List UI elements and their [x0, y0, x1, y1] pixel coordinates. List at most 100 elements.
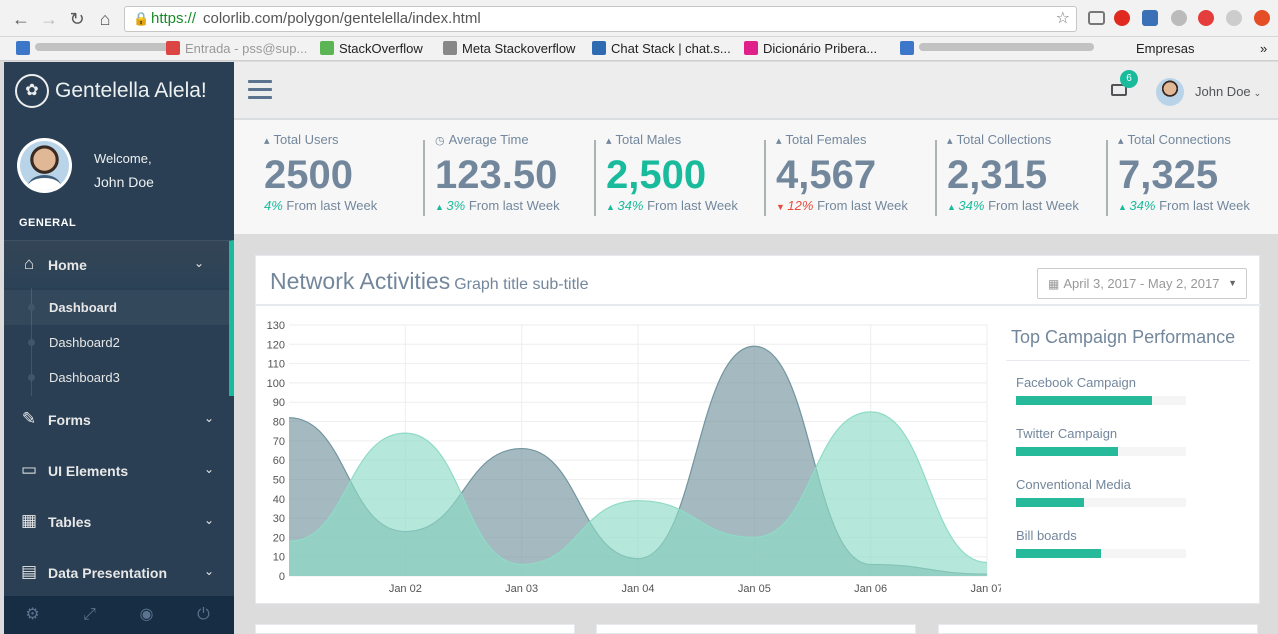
bookmarks-more[interactable]: » [1260, 41, 1267, 56]
lock-icon[interactable]: ◉ [118, 596, 175, 634]
user-icon: ▴ [947, 135, 953, 147]
cloud-ext-icon[interactable] [1226, 10, 1242, 26]
forward-icon[interactable]: → [38, 8, 60, 30]
sidebar-item-forms[interactable]: ✎ Forms ⌄ [4, 396, 234, 444]
tile-title: ▴ Total Collections [947, 132, 1052, 147]
trend-up-icon: 4% [264, 198, 283, 213]
campaign-title: Top Campaign Performance [1011, 327, 1236, 347]
tile-title: ▴ Total Males [606, 132, 682, 147]
mail-count-badge: 6 [1120, 70, 1138, 88]
bookmark-chat-stack[interactable]: Chat Stack | chat.s... [592, 41, 731, 56]
bookmark-blurred-1[interactable] [16, 41, 170, 56]
tile-count: 2500 [264, 153, 353, 197]
trend-up-icon: ▲ 34% [606, 198, 644, 213]
campaign-label: Bill boards [1016, 528, 1077, 543]
caret-down-icon: ▼ [1228, 278, 1237, 288]
campaign-progress-fill [1016, 396, 1152, 405]
tile-title: ▴ Total Connections [1118, 132, 1231, 147]
sidebar-item-home[interactable]: ⌂ Home ⌄ [4, 240, 234, 288]
y-tick-label: 90 [273, 397, 285, 409]
campaign-progress-track [1016, 498, 1186, 507]
sidebar-item-tables[interactable]: ▦ Tables ⌄ [4, 498, 234, 546]
nav-avatar[interactable] [1156, 78, 1184, 106]
bookmark-star-icon[interactable]: ☆ [1056, 7, 1070, 31]
campaign-label: Twitter Campaign [1016, 426, 1118, 441]
bookmark-stackoverflow[interactable]: StackOverflow [320, 41, 423, 56]
logout-icon[interactable]: ⏻ [175, 596, 232, 634]
tile-count: 4,567 [776, 153, 877, 197]
campaign-label: Facebook Campaign [1016, 375, 1136, 390]
chevron-down-icon: ⌄ [193, 256, 204, 270]
x-tick-label: Jan 07 [970, 583, 1001, 595]
campaign-item: Facebook Campaign [1016, 375, 1186, 405]
campaign-item: Bill boards [1016, 528, 1186, 558]
menu-toggle-icon[interactable] [248, 80, 272, 100]
chevron-down-icon: ⌄ [203, 564, 214, 578]
tile-trend: ▲ 34% From last Week [606, 198, 738, 213]
url-text: colorlib.com/polygon/gentelella/index.ht… [203, 10, 481, 27]
bookmark-meta-stackoverflow[interactable]: Meta Stackoverflow [443, 41, 575, 56]
x-tick-label: Jan 03 [505, 583, 538, 595]
tile-trend: ▲ 34% From last Week [1118, 198, 1250, 213]
campaign-item: Twitter Campaign [1016, 426, 1186, 456]
chevron-down-icon: ⌄ [203, 462, 214, 476]
z-ext-icon[interactable] [1198, 10, 1214, 26]
trend-up-icon: ▲ 34% [1118, 198, 1156, 213]
campaign-progress-fill [1016, 447, 1118, 456]
lock-icon: 🔒 [133, 11, 150, 26]
y-tick-label: 130 [267, 320, 285, 332]
x-tick-label: Jan 04 [621, 583, 654, 595]
campaign-progress-track [1016, 396, 1186, 405]
trend-down-icon: ▼ 12% [776, 198, 814, 213]
panel-header: Network Activities Graph title sub-title … [256, 256, 1261, 306]
back-icon[interactable]: ← [10, 8, 32, 30]
angular-ext-icon[interactable] [1171, 10, 1187, 26]
submenu-dashboard[interactable]: Dashboard [4, 290, 229, 325]
chevron-down-icon: ⌄ [203, 411, 214, 425]
campaign-progress-fill [1016, 498, 1084, 507]
fullscreen-icon[interactable]: ⤢ [61, 596, 118, 634]
tile-title: ▴ Total Females [776, 132, 867, 147]
divider [1006, 360, 1250, 361]
user-icon: ▴ [606, 135, 612, 147]
user-dropdown[interactable]: John Doe ⌄ [1195, 84, 1261, 99]
y-tick-label: 20 [273, 532, 285, 544]
chevron-down-icon: ⌄ [1253, 88, 1262, 98]
campaign-progress-fill [1016, 549, 1101, 558]
bookmark-blurred-3[interactable] [900, 41, 1094, 56]
date-range-picker[interactable]: ▦ April 3, 2017 - May 2, 2017 ▼ [1037, 268, 1247, 299]
bookmark-empresas[interactable]: Empresas [1136, 41, 1195, 56]
bookmark-blurred-2[interactable]: Entrada - pss@sup... [166, 41, 307, 56]
tile-trend: ▼ 12% From last Week [776, 198, 908, 213]
y-tick-label: 40 [273, 494, 285, 506]
home-submenu: Dashboard Dashboard2 Dashboard3 [4, 288, 234, 396]
reload-icon[interactable]: ↻ [66, 8, 88, 30]
tile-title: ▴ Total Users [264, 132, 339, 147]
address-bar[interactable]: 🔒 https:// colorlib.com/polygon/gentelel… [124, 6, 1077, 32]
sidebar-item-ui-elements[interactable]: ▭ UI Elements ⌄ [4, 447, 234, 495]
submenu-dashboard3[interactable]: Dashboard3 [4, 360, 229, 395]
stat-tile: ◷ Average Time 123.50 ▲ 3% From last Week [435, 132, 605, 222]
tile-divider [935, 140, 937, 216]
upload-ext-icon[interactable] [1254, 10, 1270, 26]
y-tick-label: 10 [273, 552, 285, 564]
cast-icon[interactable] [1088, 11, 1105, 25]
tile-count: 7,325 [1118, 153, 1219, 197]
submenu-dashboard2[interactable]: Dashboard2 [4, 325, 229, 360]
home-browser-icon[interactable]: ⌂ [94, 8, 116, 30]
bookmark-dicionario[interactable]: Dicionário Pribera... [744, 41, 877, 56]
opera-icon[interactable] [1114, 10, 1130, 26]
stat-tile: ▴ Total Collections 2,315 ▲ 34% From last W… [947, 132, 1117, 222]
brand[interactable]: ✿ Gentelella Alela! [4, 62, 234, 119]
settings-icon[interactable]: ⚙ [4, 596, 61, 634]
table-icon: ▦ [20, 511, 38, 530]
tile-divider [1106, 140, 1108, 216]
sidebar-item-data-presentation[interactable]: ▤ Data Presentation ⌄ [4, 549, 234, 597]
calendar-ext-icon[interactable] [1142, 10, 1158, 26]
sidebar-item-label: Tables [48, 514, 92, 530]
y-tick-label: 70 [273, 436, 285, 448]
home-icon: ⌂ [23, 254, 35, 273]
tile-divider [594, 140, 596, 216]
network-activities-panel: Network Activities Graph title sub-title … [255, 255, 1261, 604]
sidebar-item-label: Forms [48, 412, 91, 428]
